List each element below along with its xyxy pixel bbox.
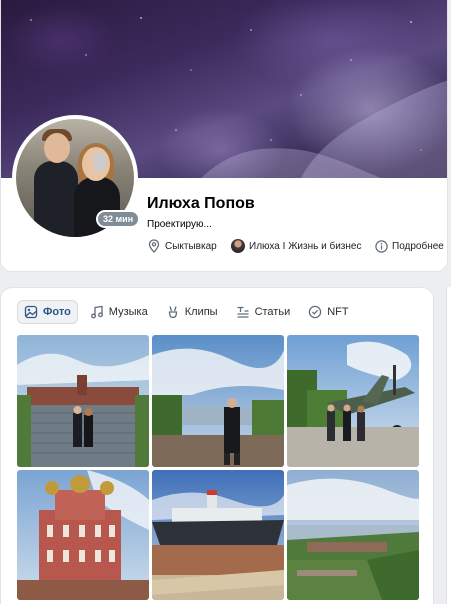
online-badge-text: 32 мин: [98, 212, 139, 226]
photo-thumb[interactable]: [17, 470, 149, 600]
tab-nft[interactable]: NFT: [302, 300, 354, 324]
media-card: Фото Музыка Клипы Статьи NFT: [0, 287, 434, 604]
tab-music-label: Музыка: [108, 306, 148, 318]
tab-music[interactable]: Музыка: [84, 300, 154, 324]
profile-name: Илюха Попов: [147, 195, 255, 212]
photo-thumb[interactable]: [152, 470, 284, 600]
meta-city[interactable]: Сыктывкар: [147, 238, 217, 254]
location-icon: [147, 239, 161, 253]
meta-more[interactable]: Подробнее: [374, 238, 444, 254]
media-tabs: Фото Музыка Клипы Статьи NFT: [17, 300, 361, 324]
tab-clips-label: Клипы: [184, 306, 218, 318]
meta-group[interactable]: Илюха I Жизнь и бизнес: [231, 238, 361, 254]
music-icon: [90, 305, 104, 319]
tab-articles-label: Статьи: [254, 306, 291, 318]
photo-thumb[interactable]: [17, 335, 149, 467]
tab-clips[interactable]: Клипы: [160, 300, 224, 324]
right-column-edge: [446, 287, 451, 604]
online-badge: 32 мин: [96, 210, 141, 228]
more-label: Подробнее: [392, 240, 444, 252]
photo-thumb[interactable]: [287, 470, 419, 600]
photo-icon: [24, 305, 38, 319]
clips-icon: [166, 305, 180, 319]
photo-thumb[interactable]: [287, 335, 419, 467]
group-avatar-icon: [231, 239, 245, 253]
tab-photo[interactable]: Фото: [17, 300, 78, 324]
nft-icon: [308, 305, 322, 319]
articles-icon: [236, 305, 250, 319]
city-label: Сыктывкар: [165, 240, 217, 252]
tab-articles[interactable]: Статьи: [230, 300, 297, 324]
info-icon: [374, 239, 388, 253]
group-label: Илюха I Жизнь и бизнес: [249, 240, 362, 252]
profile-status[interactable]: Проектирую...: [147, 219, 212, 230]
photo-thumb[interactable]: [152, 335, 284, 467]
tab-photo-label: Фото: [43, 306, 71, 318]
tab-nft-label: NFT: [327, 306, 349, 318]
